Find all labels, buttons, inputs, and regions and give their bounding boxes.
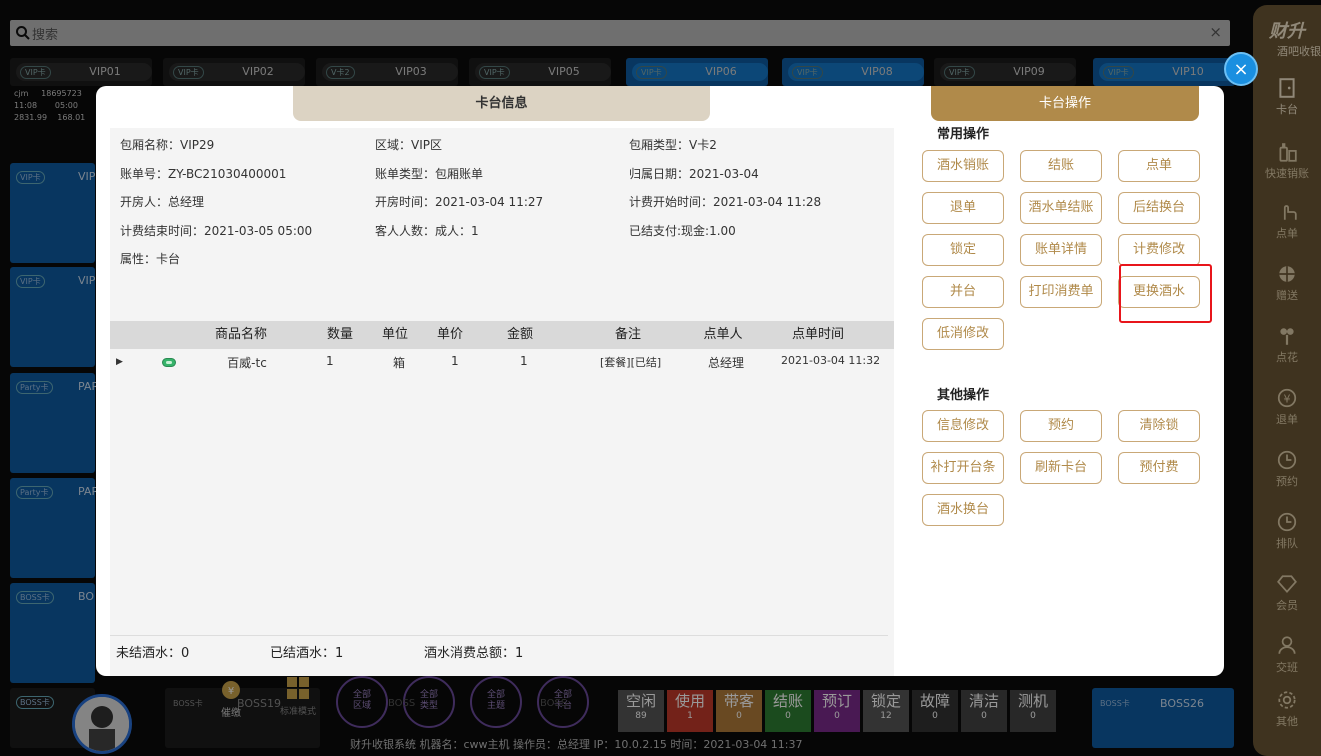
cell-note: [套餐][已结] (600, 356, 662, 369)
info-open-time: 开房时间：2021-03-04 11:27 (375, 195, 544, 209)
col-note: 备注 (614, 327, 641, 342)
op-button-common-9[interactable]: 并台 (922, 276, 1004, 308)
info-opener: 开房人：总经理 (120, 195, 205, 209)
cell-amount: 1 (520, 354, 528, 368)
drink-badge-icon (162, 358, 176, 367)
info-bill-type: 账单类型：包厢账单 (375, 167, 484, 181)
info-charge-start: 计费开始时间：2021-03-04 11:28 (629, 195, 822, 209)
col-orderer: 点单人 (703, 327, 743, 342)
op-button-common-0[interactable]: 酒水销账 (922, 150, 1004, 182)
other-ops-title: 其他操作 (937, 388, 990, 403)
info-belong-date: 归属日期：2021-03-04 (629, 167, 759, 181)
col-item-name: 商品名称 (214, 327, 267, 342)
common-ops-title: 常用操作 (937, 127, 990, 142)
info-bill-no: 账单号：ZY-BC21030400001 (120, 167, 287, 181)
info-area: 区域：VIP区 (375, 138, 442, 152)
op-button-other-4[interactable]: 刷新卡台 (1020, 452, 1102, 484)
footer-divider (110, 635, 888, 636)
cell-item-name: 百威-tc (227, 356, 267, 370)
cell-price: 1 (451, 354, 459, 368)
op-button-common-10[interactable]: 打印消费单 (1020, 276, 1102, 308)
info-charge-end: 计费结束时间：2021-03-05 05:00 (120, 224, 313, 238)
drinks-total: 酒水消费总额：1 (424, 646, 524, 661)
op-button-other-0[interactable]: 信息修改 (922, 410, 1004, 442)
op-button-common-3[interactable]: 退单 (922, 192, 1004, 224)
col-qty: 数量 (326, 327, 353, 342)
order-table-header: 商品名称 数量 单位 单价 金额 备注 点单人 点单时间 (110, 321, 894, 349)
op-button-other-2[interactable]: 清除锁 (1118, 410, 1200, 442)
info-attribute: 属性：卡台 (120, 252, 181, 266)
room-detail-modal: 卡台信息 卡台操作 包厢名称：VIP29 区域：VIP区 包厢类型：V卡2 账单… (96, 86, 1224, 676)
info-room-name: 包厢名称：VIP29 (120, 138, 215, 152)
op-button-common-1[interactable]: 结账 (1020, 150, 1102, 182)
room-info-title: 卡台信息 (293, 86, 710, 121)
op-button-common-4[interactable]: 酒水单结账 (1020, 192, 1102, 224)
col-unit: 单位 (381, 327, 408, 342)
op-button-common-7[interactable]: 账单详情 (1020, 234, 1102, 266)
col-order-time: 点单时间 (791, 327, 844, 342)
unsettled-drinks: 未结酒水：0 (116, 646, 190, 661)
op-button-common-12[interactable]: 低消修改 (922, 318, 1004, 350)
info-guests: 客人人数：成人：1 (375, 224, 479, 238)
op-button-other-3[interactable]: 补打开台条 (922, 452, 1004, 484)
op-button-other-1[interactable]: 预约 (1020, 410, 1102, 442)
op-button-other-5[interactable]: 预付费 (1118, 452, 1200, 484)
cell-order-time: 2021-03-04 11:32 (781, 354, 881, 367)
info-room-type: 包厢类型：V卡2 (629, 138, 717, 152)
room-info-panel (110, 128, 894, 676)
op-button-other-6[interactable]: 酒水换台 (922, 494, 1004, 526)
settled-drinks: 已结酒水：1 (270, 646, 344, 661)
cell-unit: 箱 (393, 356, 406, 370)
op-button-common-2[interactable]: 点单 (1118, 150, 1200, 182)
highlight-box (1119, 264, 1212, 323)
close-modal-button[interactable]: × (1224, 52, 1258, 86)
cell-orderer: 总经理 (708, 356, 745, 370)
cell-qty: 1 (326, 354, 334, 368)
op-button-common-8[interactable]: 计费修改 (1118, 234, 1200, 266)
info-paid: 已结支付:现金:1.00 (629, 224, 736, 238)
op-button-common-6[interactable]: 锁定 (922, 234, 1004, 266)
room-ops-title: 卡台操作 (931, 86, 1199, 121)
expand-row-icon[interactable]: ▶ (116, 357, 123, 367)
col-price: 单价 (436, 327, 463, 342)
col-amount: 金额 (506, 327, 533, 342)
op-button-common-5[interactable]: 后结换台 (1118, 192, 1200, 224)
